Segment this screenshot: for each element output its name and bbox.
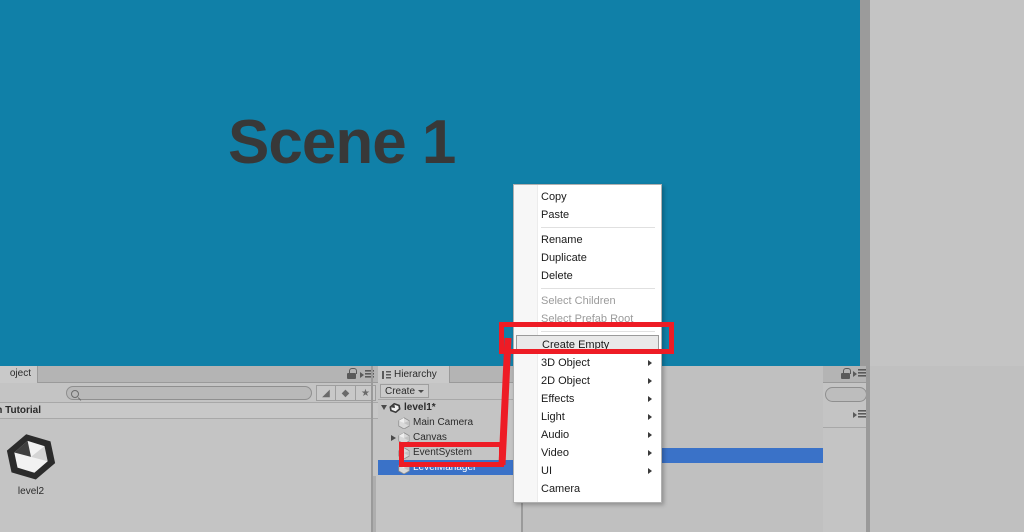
filter-by-type-button[interactable]: ◢: [316, 385, 336, 401]
filter-favorites-button[interactable]: ★: [356, 385, 376, 401]
menu-item-select-children: Select Children: [514, 292, 661, 310]
menu-item-duplicate[interactable]: Duplicate: [514, 249, 661, 267]
inspector-separator: [823, 427, 870, 428]
panel-menu-icon[interactable]: [853, 368, 867, 378]
search-icon: [71, 389, 79, 398]
inspector-panel-controls: [841, 368, 867, 379]
inspector-panel: [823, 366, 870, 532]
project-filter-buttons: ◢ ◆ ★: [316, 385, 376, 401]
project-asset-grid: level2: [0, 420, 378, 532]
menu-item-label: Camera: [541, 483, 581, 495]
project-panel: oject ◢ ◆ ★ tion Tutorial: [0, 366, 378, 532]
menu-item-label: Delete: [541, 270, 573, 282]
menu-item-label: Duplicate: [541, 252, 587, 264]
annotation-box-create-empty: [499, 322, 674, 354]
project-panel-controls: [347, 368, 374, 379]
filter-by-label-button[interactable]: ◆: [336, 385, 356, 401]
panel-menu-icon[interactable]: [853, 409, 867, 419]
search-input[interactable]: [66, 386, 312, 400]
breadcrumb-label: tion Tutorial: [0, 405, 42, 416]
lock-icon[interactable]: [347, 368, 357, 379]
menu-item-copy[interactable]: Copy: [514, 188, 661, 206]
chevron-down-icon[interactable]: [381, 405, 387, 410]
right-empty-area: [870, 0, 1024, 366]
inspector-component-menu-icon[interactable]: [853, 409, 867, 419]
menu-item-camera[interactable]: Camera: [514, 480, 661, 498]
scene-view[interactable]: Scene 1: [0, 0, 860, 366]
menu-item-label: Paste: [541, 209, 570, 221]
scene-title: Scene 1: [228, 108, 456, 177]
unity-scene-icon: [2, 432, 60, 480]
tab-project[interactable]: oject: [0, 366, 38, 383]
breadcrumb: tion Tutorial: [0, 403, 378, 419]
menu-item-label: Rename: [541, 234, 583, 246]
lock-icon[interactable]: [841, 368, 851, 379]
menu-separator: [541, 227, 655, 228]
project-hierarchy-divider[interactable]: [371, 366, 373, 532]
asset-item-level2[interactable]: level2: [2, 432, 60, 497]
menu-item-delete[interactable]: Delete: [514, 267, 661, 285]
inspector-right-divider[interactable]: [866, 366, 870, 532]
annotation-box-levelmanager: [399, 442, 504, 467]
asset-label: level2: [17, 486, 45, 497]
menu-item-label: Copy: [541, 191, 567, 203]
scene-right-divider: [860, 0, 870, 366]
project-tabbar: oject: [0, 366, 378, 383]
inspector-search-field[interactable]: [825, 387, 867, 402]
menu-item-rename[interactable]: Rename: [514, 231, 661, 249]
menu-separator: [541, 288, 655, 289]
inspector-body: [823, 383, 870, 532]
menu-item-paste[interactable]: Paste: [514, 206, 661, 224]
menu-item-label: Select Children: [541, 295, 616, 307]
inspector-tabbar: [823, 366, 870, 383]
project-toolbar: ◢ ◆ ★: [0, 383, 378, 403]
screenshot-root: Scene 1 oject ◢ ◆ ★ tion Tutorial: [0, 0, 1024, 532]
